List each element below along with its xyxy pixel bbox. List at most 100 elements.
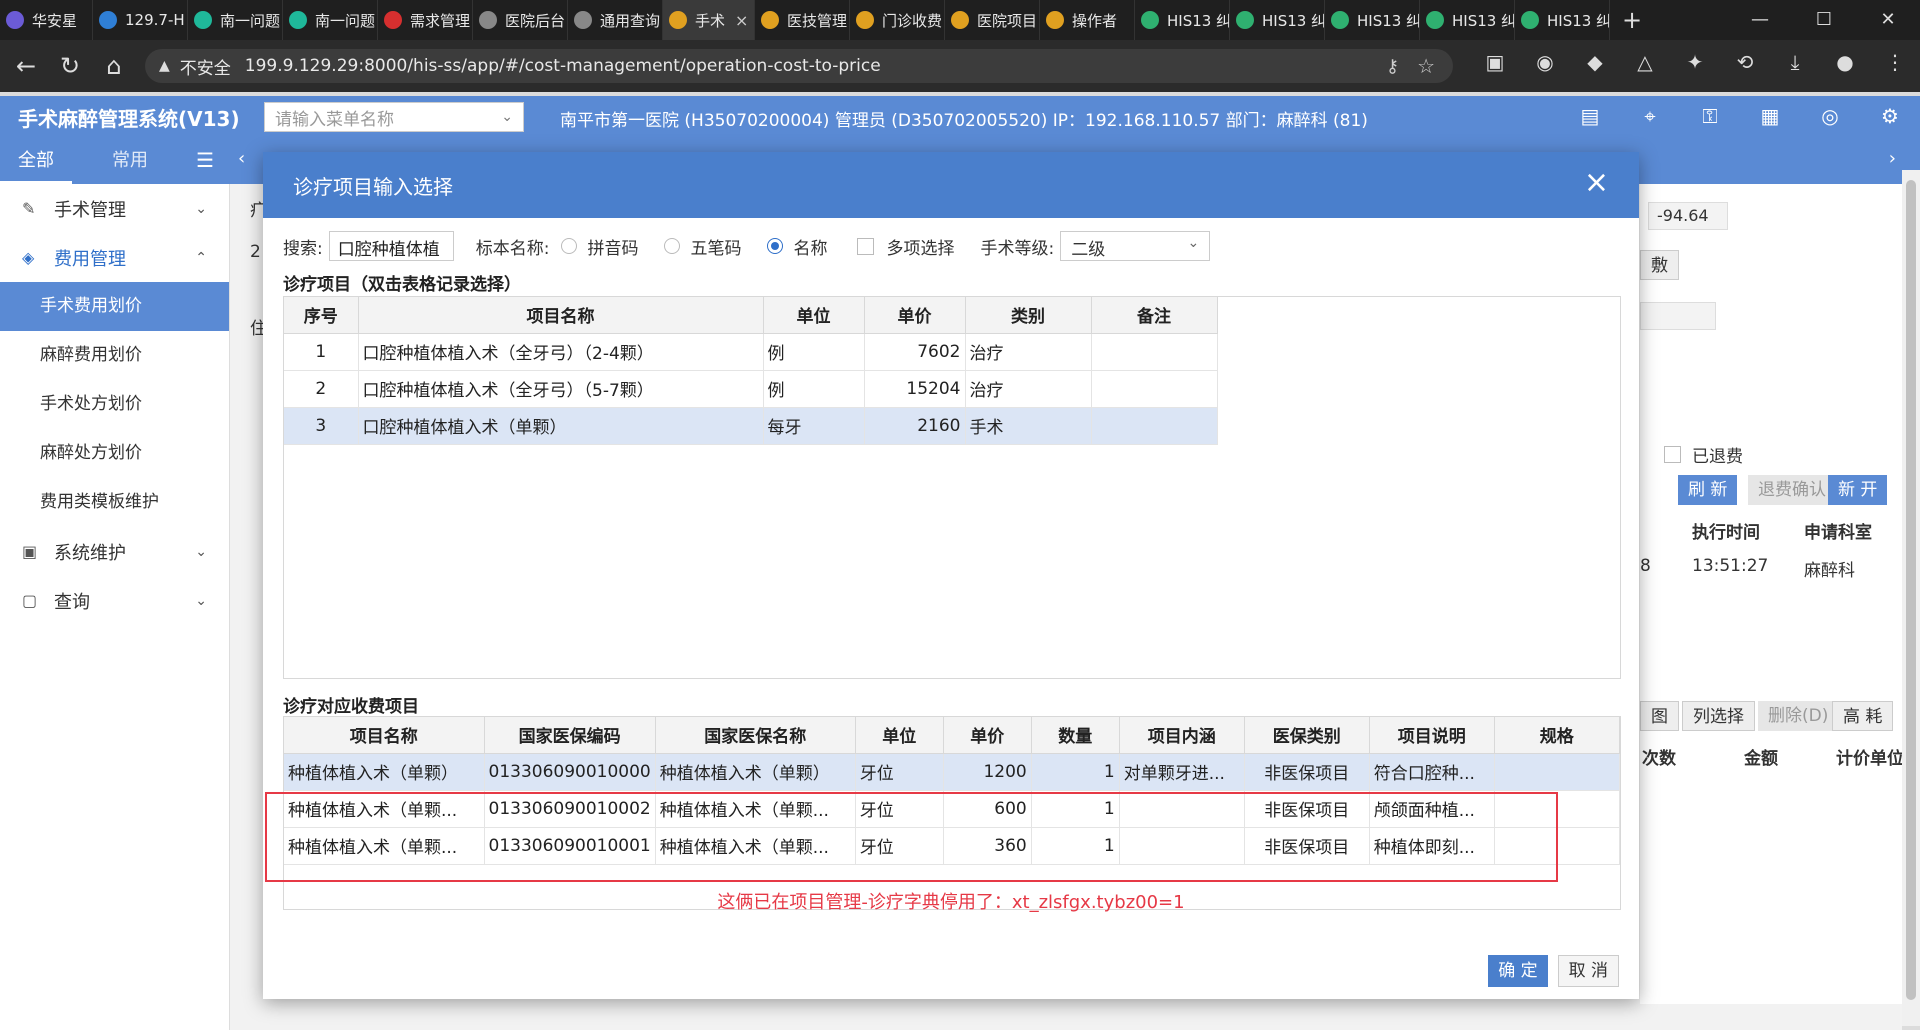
column-header[interactable]: 国家医保编码 <box>484 717 656 754</box>
menu-dots-icon[interactable]: ⋮ <box>1870 50 1920 74</box>
refund-confirm-button[interactable]: 退费确认 <box>1748 475 1836 505</box>
browser-tab[interactable]: 医技管理 <box>755 0 850 40</box>
close-icon[interactable]: × <box>1584 168 1609 198</box>
delete-button[interactable]: 删除(D) <box>1758 701 1839 731</box>
maximize-icon[interactable]: ☐ <box>1792 0 1856 40</box>
column-header[interactable]: 单位 <box>855 717 944 754</box>
table-cell[interactable]: 非医保项目 <box>1244 753 1370 791</box>
table-cell[interactable]: 种植体植入术（单颗） <box>284 753 485 791</box>
browser-tab[interactable]: 操作者 <box>1040 0 1135 40</box>
radio-name-label[interactable]: 名称 <box>793 234 827 259</box>
multi-select-label[interactable]: 多项选择 <box>886 234 954 259</box>
sidebar-item-surgery-cost[interactable]: 手术费用划价 <box>0 282 229 331</box>
browser-tab[interactable]: HIS13 纠 <box>1135 0 1230 40</box>
column-header[interactable]: 单价 <box>864 297 966 334</box>
column-header[interactable]: 数量 <box>1031 717 1120 754</box>
chevron-left-icon[interactable]: ‹ <box>238 148 245 169</box>
radio-wubi[interactable] <box>664 238 681 254</box>
table-cell[interactable]: 3 <box>284 407 359 445</box>
sidebar-group-system[interactable]: ▣ 系统维护 ⌄ <box>0 527 229 576</box>
puzzle-icon[interactable]: ✦ <box>1670 50 1720 74</box>
browser-tab[interactable]: 通用查询 <box>568 0 663 40</box>
new-button[interactable]: 新 开 <box>1828 475 1888 505</box>
figure-button[interactable]: 图 <box>1640 701 1679 731</box>
eye-icon[interactable]: ◎ <box>1800 104 1860 128</box>
cancel-button[interactable]: 取 消 <box>1557 955 1619 987</box>
table-cell[interactable]: 例 <box>763 370 865 408</box>
chevron-right-icon[interactable]: › <box>1889 148 1896 169</box>
extension-icon[interactable]: ◆ <box>1570 50 1620 74</box>
table-cell[interactable]: 1 <box>284 333 359 371</box>
column-header[interactable]: 单价 <box>943 717 1032 754</box>
reload-icon[interactable]: ↻ <box>48 52 92 80</box>
address-bar[interactable]: ▲ 不安全 199.9.129.29:8000/his-ss/app/#/cos… <box>145 49 1453 83</box>
column-header[interactable]: 项目名称 <box>358 297 764 334</box>
sidebar-item-cost-template[interactable]: 费用类模板维护 <box>0 478 229 527</box>
sidebar-group-query[interactable]: ▢ 查询 ⌄ <box>0 576 229 625</box>
browser-tab[interactable]: HIS13 纠 <box>1325 0 1420 40</box>
column-header[interactable]: 国家医保名称 <box>655 717 856 754</box>
menu-search-input[interactable]: 请输入菜单名称 ⌄ <box>264 102 524 132</box>
table-cell[interactable]: 7602 <box>864 333 966 371</box>
chevron-down-icon[interactable]: ⌄ <box>501 109 513 125</box>
sidebar-group-surgery[interactable]: ✎ 手术管理 ⌄ <box>0 184 229 233</box>
table-row[interactable]: 3 口腔种植体植入术（单颗） 每牙 2160 手术 <box>284 407 1218 445</box>
gear-icon[interactable]: ⚙ <box>1860 104 1920 128</box>
column-header[interactable]: 备注 <box>1091 297 1218 334</box>
close-window-icon[interactable]: ✕ <box>1856 0 1920 40</box>
table-cell[interactable] <box>1091 333 1218 371</box>
column-header[interactable]: 项目内涵 <box>1119 717 1245 754</box>
table-cell[interactable]: 口腔种植体植入术（全牙弓）（2-4颗） <box>358 333 764 371</box>
table-row[interactable]: 2 口腔种植体植入术（全牙弓）（5-7颗）例 15204 治疗 <box>284 370 1218 408</box>
column-header[interactable]: 规格 <box>1494 717 1620 754</box>
avatar[interactable]: ● <box>1820 50 1870 74</box>
key-icon[interactable]: ⚷ <box>1386 56 1399 77</box>
amount-field[interactable]: -94.64 <box>1648 202 1728 230</box>
browser-tab[interactable]: HIS13 纠 <box>1515 0 1610 40</box>
table-cell[interactable]: 每牙 <box>763 407 865 445</box>
browser-tab[interactable]: 南一问题 <box>283 0 378 40</box>
blank-field[interactable] <box>1640 302 1716 330</box>
table-cell[interactable]: 013306090010000 <box>484 753 656 791</box>
back-icon[interactable]: ← <box>4 52 48 80</box>
table-cell[interactable] <box>1091 407 1218 445</box>
scroll-thumb[interactable] <box>1906 180 1916 1000</box>
url-text[interactable]: 199.9.129.29:8000/his-ss/app/#/cost-mana… <box>245 56 881 76</box>
tab-close-icon[interactable]: × <box>735 11 748 30</box>
table-cell[interactable]: 治疗 <box>965 370 1092 408</box>
browser-tab[interactable]: 需求管理 <box>378 0 473 40</box>
table-cell[interactable]: 1 <box>1031 753 1120 791</box>
table-row[interactable]: 1 口腔种植体植入术（全牙弓）（2-4颗）例 7602 治疗 <box>284 333 1218 371</box>
table-cell[interactable] <box>1494 753 1620 791</box>
surgery-level-select[interactable]: 二级 ⌄ <box>1060 231 1211 261</box>
radio-name[interactable] <box>767 238 784 254</box>
refresh-button[interactable]: 刷 新 <box>1678 475 1738 505</box>
collapse-menu-icon[interactable]: ☰ <box>196 148 214 172</box>
column-header[interactable]: 类别 <box>965 297 1092 334</box>
table-cell[interactable]: 手术 <box>965 407 1092 445</box>
column-header[interactable]: 序号 <box>284 297 359 334</box>
table-cell[interactable]: 对单颗牙进... <box>1119 753 1245 791</box>
key-icon[interactable]: ⚿ <box>1680 104 1740 128</box>
table-cell[interactable]: 口腔种植体植入术（全牙弓）（5-7颗） <box>358 370 764 408</box>
home-icon[interactable]: ⌂ <box>92 52 136 80</box>
sidebar-group-cost[interactable]: ◈ 费用管理 ⌃ <box>0 233 229 282</box>
bookmark-star-icon[interactable]: ☆ <box>1417 54 1435 78</box>
column-header[interactable]: 项目名称 <box>284 717 485 754</box>
browser-tab[interactable]: 医院后台 <box>473 0 568 40</box>
radio-pinyin-label[interactable]: 拼音码 <box>587 234 638 259</box>
table-cell[interactable] <box>1091 370 1218 408</box>
browser-tab[interactable]: 129.7-H <box>93 0 188 40</box>
table-cell[interactable]: 种植体植入术（单颗） <box>655 753 856 791</box>
column-select-button[interactable]: 列选择 <box>1682 701 1755 731</box>
table-cell[interactable]: 例 <box>763 333 865 371</box>
document-icon[interactable]: ▦ <box>1740 104 1800 128</box>
browser-tab[interactable]: 华安星 <box>0 0 93 40</box>
table-cell[interactable]: 口腔种植体植入术（单颗） <box>358 407 764 445</box>
extension-icon[interactable]: ◉ <box>1520 50 1570 74</box>
column-header[interactable]: 医保类别 <box>1244 717 1370 754</box>
browser-tab[interactable]: 南一问题 <box>188 0 283 40</box>
table-cell[interactable]: 2 <box>284 370 359 408</box>
browser-tab[interactable]: 医院项目 <box>945 0 1040 40</box>
browser-tab[interactable]: 门诊收费 <box>850 0 945 40</box>
